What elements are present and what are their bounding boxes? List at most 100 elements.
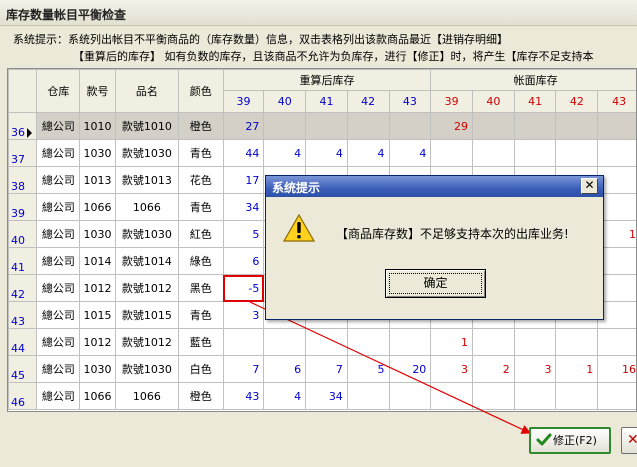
cell-recalc-qty[interactable]: 4 <box>305 139 348 167</box>
cell-warehouse[interactable]: 總公司 <box>36 355 81 383</box>
cell-book-qty[interactable] <box>472 382 515 410</box>
row-number[interactable]: 39 <box>8 193 38 221</box>
cell-book-qty[interactable] <box>513 112 557 140</box>
cell-color[interactable]: 綠色 <box>177 247 224 275</box>
cell-book-qty[interactable] <box>555 382 599 410</box>
cell-book-qty[interactable]: 29 <box>430 112 474 140</box>
cell-recalc-qty[interactable] <box>388 382 432 410</box>
cell-book-qty[interactable]: 1 <box>430 328 474 356</box>
cell-warehouse[interactable]: 總公司 <box>36 193 81 221</box>
cell-book-qty[interactable] <box>597 139 636 167</box>
cell-recalc-qty[interactable]: 34 <box>305 382 348 410</box>
cell-name[interactable]: 款號1015 <box>114 301 179 329</box>
row-number[interactable]: 40 <box>8 220 38 248</box>
col-header-color[interactable]: 颜色 <box>177 69 224 113</box>
cell-recalc-qty[interactable] <box>346 112 390 140</box>
cell-name[interactable]: 款號1030 <box>114 355 179 383</box>
cell-color[interactable]: 黑色 <box>177 274 224 302</box>
table-row[interactable]: 46 總公司 1066 1066 橙色 43 4 34 <box>8 382 636 410</box>
cell-recalc-qty[interactable]: -5 <box>222 274 265 302</box>
col-header-name[interactable]: 品名 <box>114 69 179 113</box>
col-header-code[interactable]: 款号 <box>79 69 116 113</box>
cell-warehouse[interactable]: 總公司 <box>36 112 81 140</box>
cell-name[interactable]: 1066 <box>114 382 179 410</box>
cell-book-qty[interactable]: 3 <box>430 355 474 383</box>
cell-recalc-qty[interactable] <box>263 328 307 356</box>
cell-recalc-qty[interactable] <box>388 328 432 356</box>
size-header-recalc[interactable]: 43 <box>388 90 432 113</box>
size-header-recalc[interactable]: 40 <box>263 90 307 113</box>
fix-button[interactable]: 修正(F2) <box>529 427 611 454</box>
cell-code[interactable]: 1015 <box>79 301 116 329</box>
size-header-book[interactable]: 40 <box>472 90 515 113</box>
cell-book-qty[interactable] <box>555 139 599 167</box>
row-number[interactable]: 38 <box>8 166 38 194</box>
cell-recalc-qty[interactable]: 27 <box>222 112 265 140</box>
cell-book-qty[interactable]: 3 <box>513 355 557 383</box>
cell-color[interactable]: 藍色 <box>177 328 224 356</box>
cell-color[interactable]: 花色 <box>177 166 224 194</box>
cell-recalc-qty[interactable]: 43 <box>222 382 265 410</box>
cell-recalc-qty[interactable] <box>222 328 265 356</box>
cell-book-qty[interactable]: 2 <box>472 355 515 383</box>
size-header-recalc[interactable]: 42 <box>346 90 390 113</box>
cell-recalc-qty[interactable]: 44 <box>222 139 265 167</box>
cell-book-qty[interactable]: 1 <box>555 355 599 383</box>
size-header-book[interactable]: 39 <box>430 90 474 113</box>
row-number[interactable]: 44 <box>8 328 38 356</box>
cell-recalc-qty[interactable]: 3 <box>222 301 265 329</box>
cell-recalc-qty[interactable]: 7 <box>305 355 348 383</box>
cell-name[interactable]: 1066 <box>114 193 179 221</box>
table-row[interactable]: 36 總公司 1010 款號1010 橙色 27 29 <box>8 112 636 140</box>
size-header-book[interactable]: 43 <box>597 90 636 113</box>
cell-book-qty[interactable] <box>597 382 636 410</box>
cell-recalc-qty[interactable]: 5 <box>222 220 265 248</box>
cell-recalc-qty[interactable]: 6 <box>222 247 265 275</box>
cell-recalc-qty[interactable]: 20 <box>388 355 432 383</box>
cell-recalc-qty[interactable] <box>388 112 432 140</box>
cell-recalc-qty[interactable]: 6 <box>263 355 307 383</box>
cell-color[interactable]: 橙色 <box>177 112 224 140</box>
cell-recalc-qty[interactable] <box>346 382 390 410</box>
cell-book-qty[interactable] <box>513 382 557 410</box>
cell-warehouse[interactable]: 總公司 <box>36 139 81 167</box>
cell-name[interactable]: 款號1030 <box>114 139 179 167</box>
cell-book-qty[interactable] <box>430 139 474 167</box>
row-number[interactable]: 36 <box>8 112 38 140</box>
cell-book-qty[interactable] <box>597 328 636 356</box>
cell-recalc-qty[interactable]: 34 <box>222 193 265 221</box>
cell-color[interactable]: 青色 <box>177 193 224 221</box>
cell-warehouse[interactable]: 總公司 <box>36 274 81 302</box>
cell-name[interactable]: 款號1030 <box>114 220 179 248</box>
row-number[interactable]: 43 <box>8 301 38 329</box>
dialog-close-button[interactable]: ✕ <box>581 178 598 194</box>
cell-recalc-qty[interactable] <box>263 112 307 140</box>
cell-name[interactable]: 款號1012 <box>114 328 179 356</box>
cell-code[interactable]: 1030 <box>79 355 116 383</box>
row-number[interactable]: 37 <box>8 139 38 167</box>
cell-book-qty[interactable]: 16 <box>597 355 636 383</box>
row-number[interactable]: 45 <box>8 355 38 383</box>
size-header-book[interactable]: 41 <box>513 90 557 113</box>
cell-color[interactable]: 紅色 <box>177 220 224 248</box>
cell-book-qty[interactable] <box>472 328 515 356</box>
row-number[interactable]: 46 <box>8 382 38 410</box>
col-header-warehouse[interactable]: 仓库 <box>36 69 81 113</box>
cell-book-qty[interactable] <box>513 139 557 167</box>
cell-code[interactable]: 1066 <box>79 382 116 410</box>
cell-recalc-qty[interactable]: 7 <box>222 355 265 383</box>
cell-warehouse[interactable]: 總公司 <box>36 382 81 410</box>
cell-warehouse[interactable]: 總公司 <box>36 166 81 194</box>
cell-code[interactable]: 1014 <box>79 247 116 275</box>
cell-name[interactable]: 款號1012 <box>114 274 179 302</box>
cell-recalc-qty[interactable] <box>305 112 348 140</box>
cell-code[interactable]: 1030 <box>79 220 116 248</box>
table-row[interactable]: 37 總公司 1030 款號1030 青色 44 4 4 4 4 <box>8 139 636 167</box>
cell-name[interactable]: 款號1013 <box>114 166 179 194</box>
cell-warehouse[interactable]: 總公司 <box>36 328 81 356</box>
table-row[interactable]: 45 總公司 1030 款號1030 白色 7 6 7 5 20 3 2 3 1 16 <box>8 355 636 383</box>
cell-book-qty[interactable] <box>430 382 474 410</box>
cell-color[interactable]: 青色 <box>177 139 224 167</box>
cell-code[interactable]: 1066 <box>79 193 116 221</box>
cell-warehouse[interactable]: 總公司 <box>36 301 81 329</box>
